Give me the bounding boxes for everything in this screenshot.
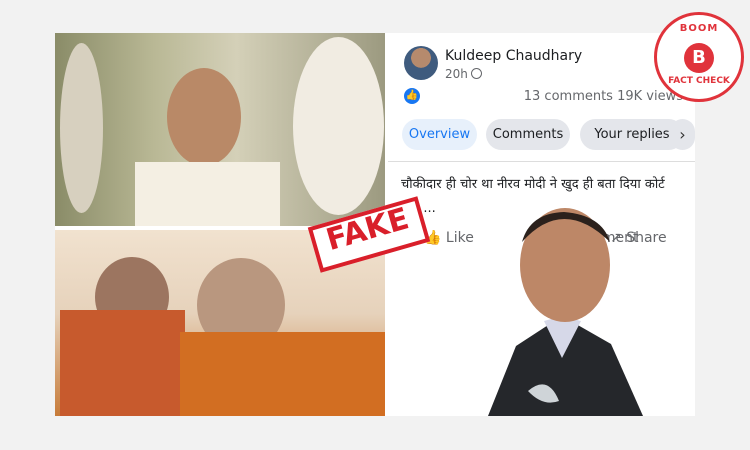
orange-scarf [60,310,185,416]
orange-cloth [180,332,385,416]
logo-bottom-text: FACT CHECK [668,76,730,86]
logo-letter: B [684,43,714,73]
like-label: Like [445,230,474,246]
white-shirt [135,162,280,226]
tab-overview[interactable]: Overview [402,119,477,150]
chevron-right-icon[interactable]: › [670,119,695,150]
avatar[interactable] [404,46,438,80]
person-left [60,43,103,213]
post-stats[interactable]: 13 comments 19K views [524,89,683,104]
nirav-portrait [471,196,658,416]
face-shape [167,68,241,166]
boom-fact-check-logo: BOOM B FACT CHECK [654,12,744,102]
globe-icon [471,68,482,79]
divider [388,161,695,162]
post-time: 20h [445,67,468,81]
person-right [293,37,384,215]
like-button[interactable]: 👍 Like [424,230,474,246]
nirav-portrait-art [488,208,643,416]
tab-bar: Overview Comments Your replies [402,119,692,153]
tab-your-replies[interactable]: Your replies [580,119,684,150]
like-icon: 👍 [404,88,420,104]
logo-top-text: BOOM [679,23,719,34]
author-name[interactable]: Kuldeep Chaudhary [445,48,582,64]
nirav-smiling-photo [55,33,385,226]
tab-comments[interactable]: Comments [486,119,570,150]
